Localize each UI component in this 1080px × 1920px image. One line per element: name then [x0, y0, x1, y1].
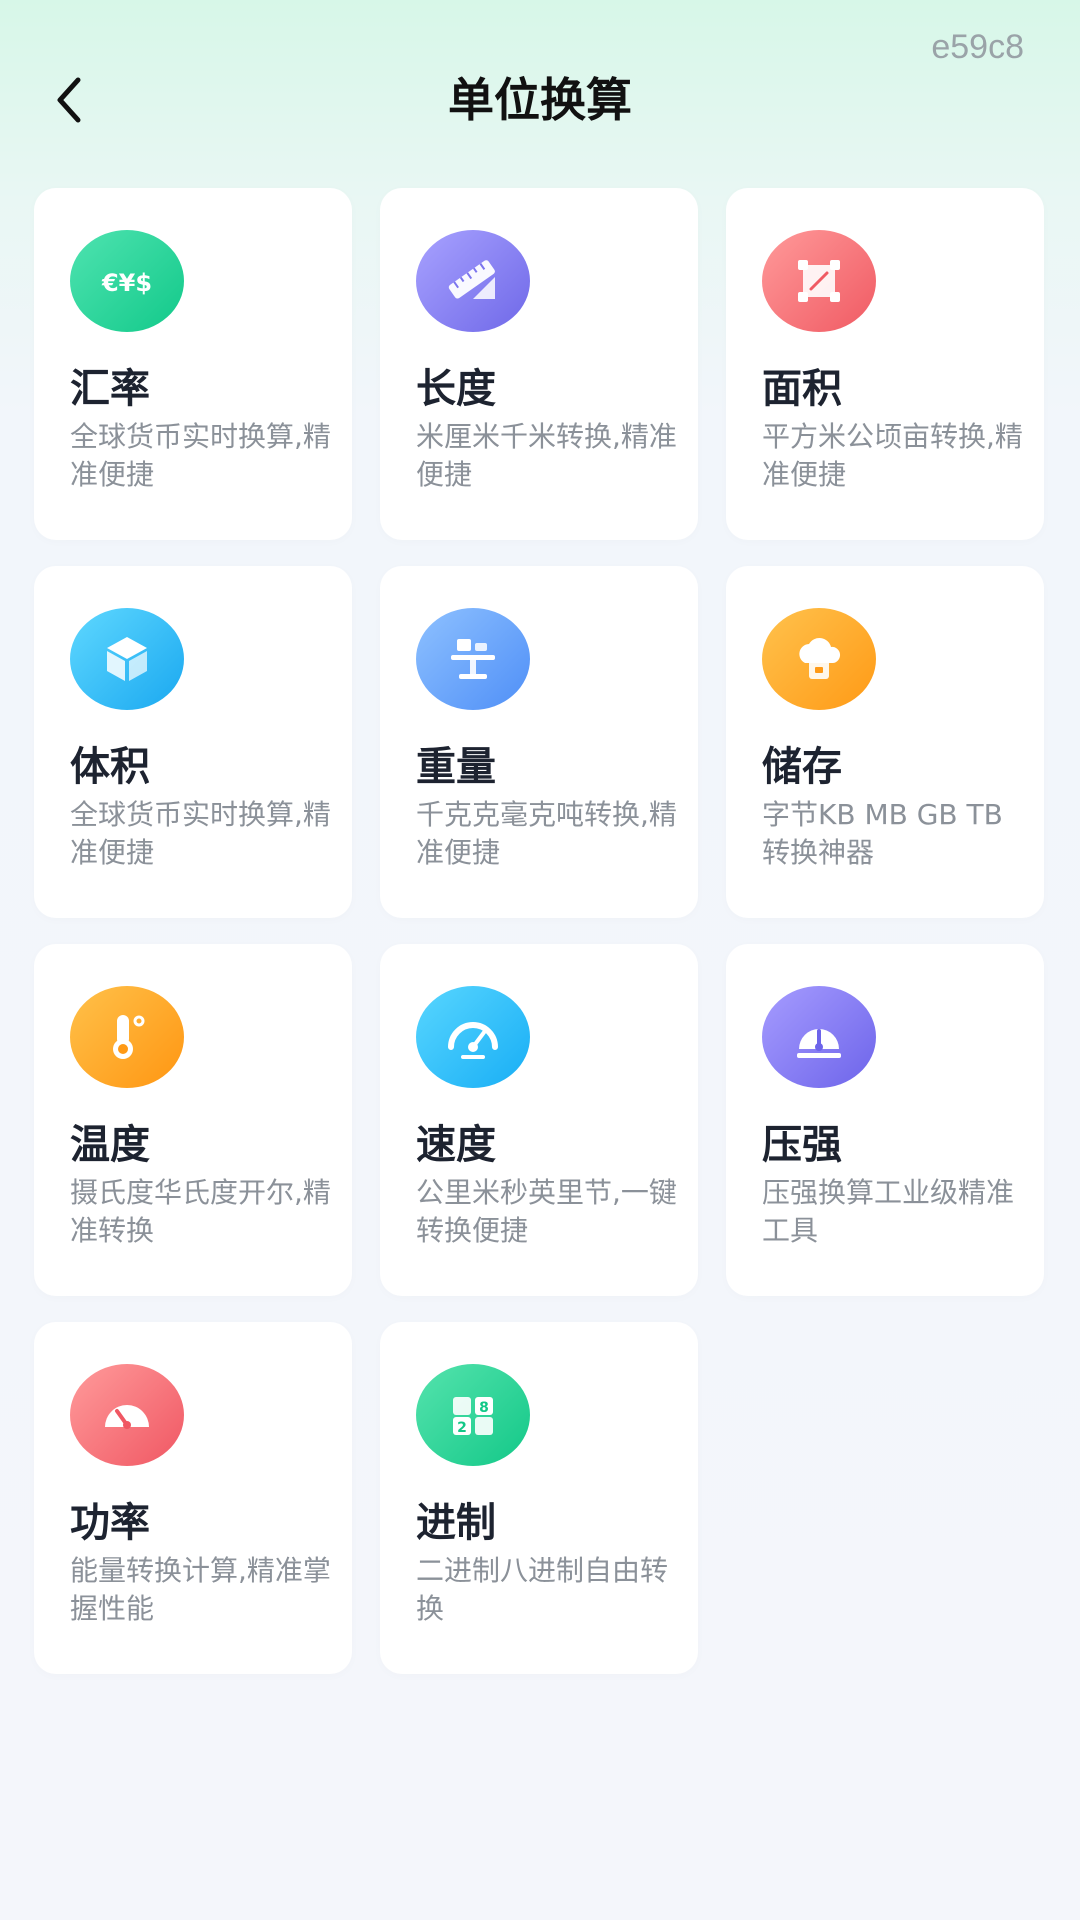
- card-description: 米厘米千米转换,精准便捷: [416, 420, 677, 491]
- card-description: 全球货币实时换算,精准便捷: [70, 798, 331, 869]
- currency-icon: €¥$: [70, 230, 184, 332]
- card-title: 长度: [416, 366, 496, 412]
- speedometer-icon: [416, 986, 530, 1088]
- card-weight[interactable]: 重量 千克克毫克吨转换,精准便捷: [380, 566, 698, 918]
- card-title: 面积: [762, 366, 842, 412]
- svg-text:2: 2: [457, 1420, 467, 1436]
- svg-text:€¥$: €¥$: [101, 269, 152, 297]
- card-title: 储存: [762, 744, 842, 790]
- card-title: 温度: [70, 1122, 150, 1168]
- card-description: 摄氏度华氏度开尔,精准转换: [70, 1176, 331, 1247]
- card-description: 二进制八进制自由转换: [416, 1554, 669, 1625]
- card-speed[interactable]: 速度 公里米秒英里节,一键转换便捷: [380, 944, 698, 1296]
- top-bar: 单位换算: [0, 60, 1080, 140]
- card-title: 压强: [762, 1122, 842, 1168]
- cloud-storage-icon: [762, 608, 876, 710]
- page-title: 单位换算: [448, 73, 632, 127]
- card-description: 千克克毫克吨转换,精准便捷: [416, 798, 677, 869]
- card-volume[interactable]: 体积 全球货币实时换算,精准便捷: [34, 566, 352, 918]
- card-area[interactable]: 面积 平方米公顷亩转换,精准便捷: [726, 188, 1044, 540]
- card-title: 体积: [70, 744, 150, 790]
- card-title: 汇率: [70, 366, 150, 412]
- thermometer-icon: [70, 986, 184, 1088]
- card-description: 能量转换计算,精准掌握性能: [70, 1554, 331, 1625]
- card-title: 功率: [70, 1500, 150, 1546]
- card-base-conversion[interactable]: 8 2 进制 二进制八进制自由转换: [380, 1322, 698, 1674]
- number-convert-icon: 8 2: [416, 1364, 530, 1466]
- card-exchange-rate[interactable]: €¥$ 汇率 全球货币实时换算,精准便捷: [34, 188, 352, 540]
- card-description: 平方米公顷亩转换,精准便捷: [762, 420, 1023, 491]
- card-description: 公里米秒英里节,一键转换便捷: [416, 1176, 677, 1247]
- card-title: 重量: [416, 744, 496, 790]
- card-description: 全球货币实时换算,精准便捷: [70, 420, 331, 491]
- scale-icon: [416, 608, 530, 710]
- card-title: 速度: [416, 1122, 496, 1168]
- cube-icon: [70, 608, 184, 710]
- power-meter-icon: [70, 1364, 184, 1466]
- card-pressure[interactable]: 压强 压强换算工业级精准工具: [726, 944, 1044, 1296]
- gauge-icon: [762, 986, 876, 1088]
- card-description: 压强换算工业级精准工具: [762, 1176, 1015, 1247]
- card-length[interactable]: 长度 米厘米千米转换,精准便捷: [380, 188, 698, 540]
- ruler-icon: [416, 230, 530, 332]
- card-power[interactable]: 功率 能量转换计算,精准掌握性能: [34, 1322, 352, 1674]
- card-storage[interactable]: 储存 字节KB MB GB TB转换神器: [726, 566, 1044, 918]
- svg-text:8: 8: [479, 1400, 489, 1416]
- card-title: 进制: [416, 1500, 496, 1546]
- area-icon: [762, 230, 876, 332]
- card-description: 字节KB MB GB TB转换神器: [762, 798, 1003, 869]
- card-temperature[interactable]: 温度 摄氏度华氏度开尔,精准转换: [34, 944, 352, 1296]
